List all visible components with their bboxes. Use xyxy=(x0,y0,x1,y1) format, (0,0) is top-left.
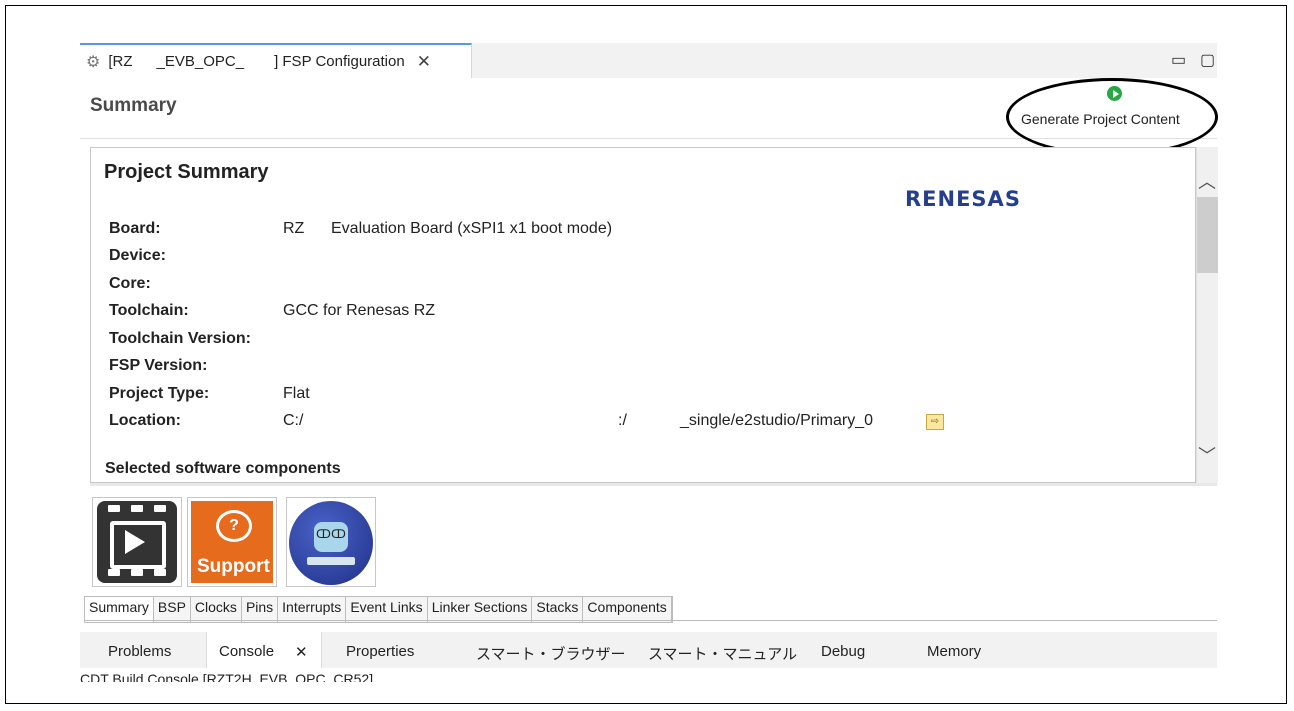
console-close-icon[interactable]: ✕ xyxy=(295,643,308,661)
tab-memory[interactable]: Memory xyxy=(927,643,981,660)
field-label-project-type: Project Type: xyxy=(109,385,210,402)
support-icon: ? Support xyxy=(191,501,273,583)
renesas-logo: RENESAS xyxy=(905,187,1021,211)
field-value-project-type: Flat xyxy=(283,385,310,402)
field-value-board: RZ Evaluation Board (xSPI1 x1 boot mode) xyxy=(283,220,613,237)
editor-tab-title-part3: ] FSP Configuration xyxy=(274,53,405,70)
tab-properties[interactable]: Properties xyxy=(346,643,414,660)
tab-linker-sections[interactable]: Linker Sections xyxy=(428,597,533,622)
tab-clocks[interactable]: Clocks xyxy=(191,597,242,622)
video-icon xyxy=(97,501,177,583)
tab-components[interactable]: Components xyxy=(583,597,672,622)
field-value-location-tail: _single/e2studio/Primary_0 xyxy=(680,412,873,429)
configuration-tabs: Summary BSP Clocks Pins Interrupts Event… xyxy=(84,596,673,623)
book-icon xyxy=(307,557,355,565)
question-bubble-icon: ? xyxy=(216,510,252,542)
field-label-core: Core: xyxy=(109,275,151,292)
editor-tab-title-part2: _EVB_OPC_ xyxy=(156,53,245,70)
field-label-fsp-version: FSP Version: xyxy=(109,357,208,374)
open-location-icon[interactable]: ⇨ xyxy=(926,414,944,430)
gear-icon: ⚙ xyxy=(86,53,101,71)
config-tabs-divider xyxy=(84,620,1217,621)
owl-face: ↀↀ xyxy=(314,522,348,552)
tab-console[interactable]: Console xyxy=(219,643,274,660)
tab-stacks[interactable]: Stacks xyxy=(532,597,584,622)
project-summary-panel xyxy=(90,147,1196,483)
project-summary-title: Project Summary xyxy=(104,161,269,183)
selected-components-heading: Selected software components xyxy=(105,460,341,477)
tab-pins[interactable]: Pins xyxy=(242,597,279,622)
editor-tab-fsp-configuration[interactable]: ⚙ [RZ _EVB_OPC_ ] FSP Configuration ✕ xyxy=(80,43,472,78)
field-value-toolchain: GCC for Renesas RZ xyxy=(283,302,436,319)
field-value-location-mid: :/ xyxy=(618,412,627,429)
tab-bsp[interactable]: BSP xyxy=(154,597,191,622)
tab-problems[interactable]: Problems xyxy=(108,643,171,660)
tab-smart-manual[interactable]: スマート・マニュアル xyxy=(648,643,797,664)
field-label-toolchain: Toolchain: xyxy=(109,302,189,319)
owl-icon: ↀↀ xyxy=(289,501,373,585)
horizontal-scrollbar[interactable] xyxy=(90,483,1217,486)
field-label-board: Board: xyxy=(109,220,161,237)
field-label-toolchain-version: Toolchain Version: xyxy=(109,330,251,347)
scrollbar-thumb[interactable] xyxy=(1197,197,1218,273)
tab-event-links[interactable]: Event Links xyxy=(346,597,428,622)
scroll-down-icon[interactable]: ﹀ xyxy=(1198,442,1216,468)
tab-summary[interactable]: Summary xyxy=(85,597,154,622)
support-label: Support xyxy=(197,556,270,577)
close-icon[interactable]: ✕ xyxy=(417,52,431,72)
field-label-device: Device: xyxy=(109,247,166,264)
console-title: CDT Build Console [RZT2H_EVB_OPC_CR52] xyxy=(80,668,1217,682)
scroll-up-icon[interactable]: ︿ xyxy=(1198,168,1216,194)
page-title: Summary xyxy=(90,95,177,116)
minimize-icon[interactable]: ▭ xyxy=(1171,50,1186,70)
editor-tab-title-part1: [RZ xyxy=(108,53,133,70)
field-value-location-start: C:/ xyxy=(283,412,304,429)
field-label-location: Location: xyxy=(109,412,181,429)
maximize-icon[interactable]: ▢ xyxy=(1200,50,1215,70)
highlight-ellipse xyxy=(1006,78,1218,156)
tab-interrupts[interactable]: Interrupts xyxy=(278,597,347,622)
tab-smart-browser[interactable]: スマート・ブラウザー xyxy=(476,643,626,664)
tab-debug[interactable]: Debug xyxy=(821,643,865,660)
